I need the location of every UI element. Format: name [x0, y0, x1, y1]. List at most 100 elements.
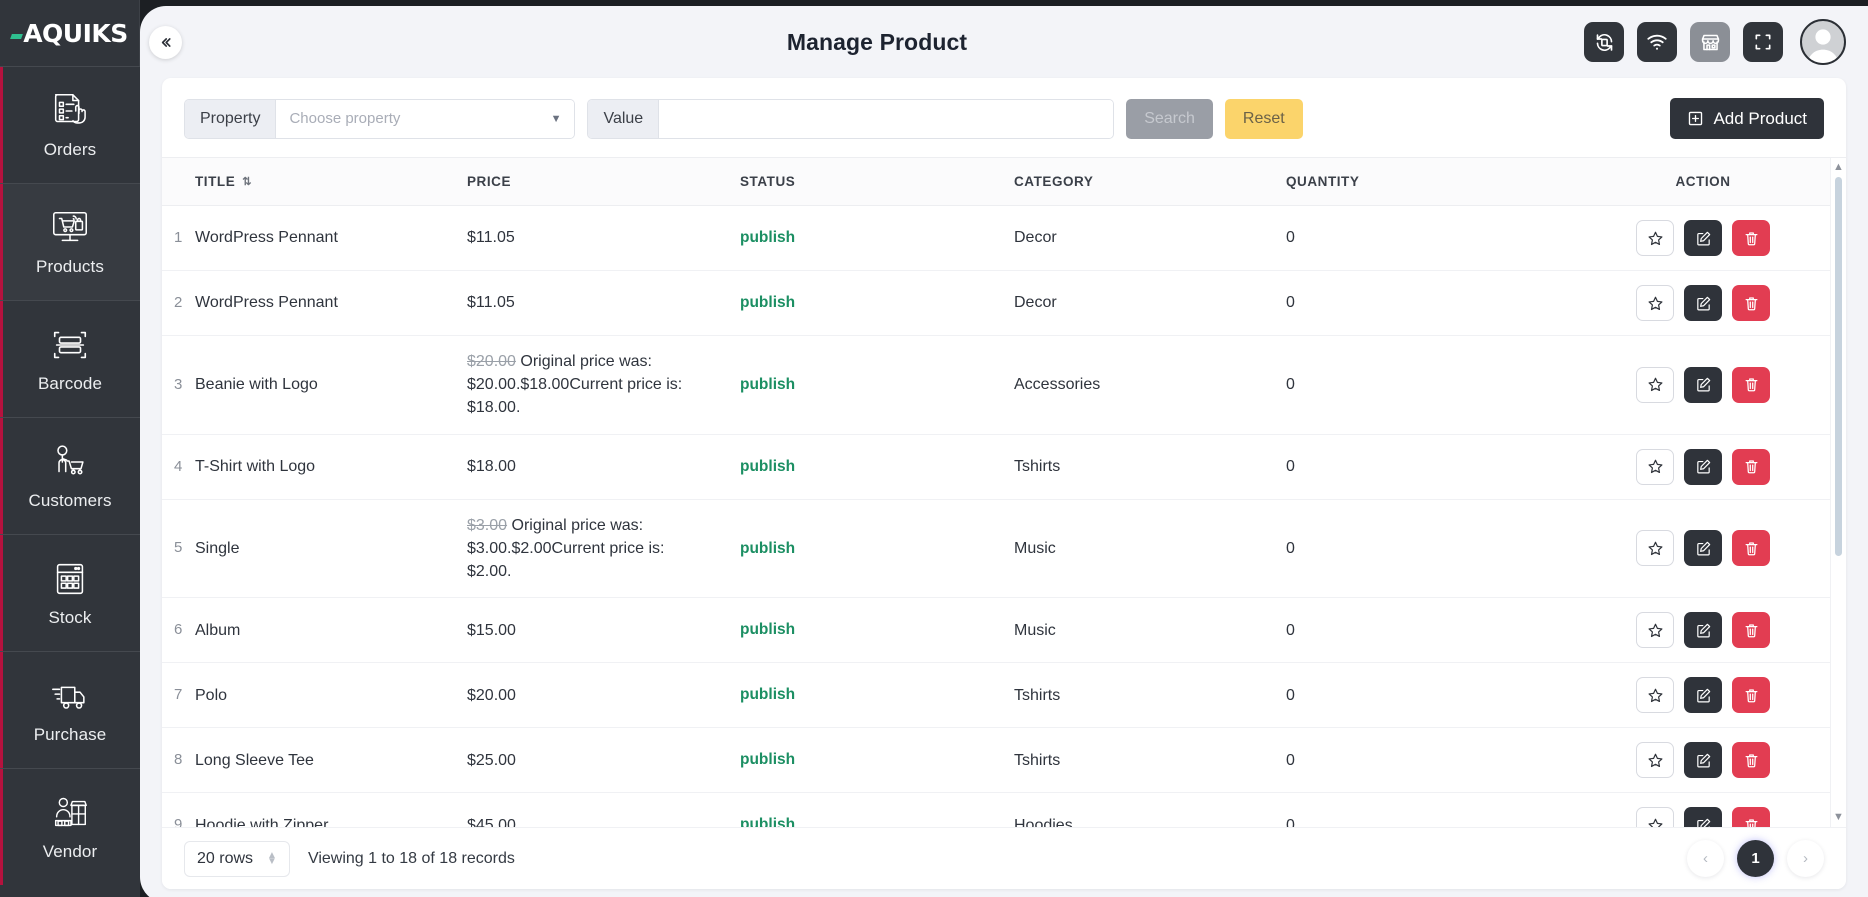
pagination-page-1[interactable]: 1 — [1737, 840, 1774, 877]
sync-icon[interactable] — [1584, 22, 1624, 62]
scrollbar-track[interactable] — [1835, 177, 1842, 808]
product-title: Polo — [195, 662, 467, 729]
pagination-prev[interactable]: ‹ — [1687, 840, 1724, 877]
table-row: 4 T-Shirt with Logo $18.00 publish Tshirts 0 — [162, 434, 1830, 500]
sidebar-item-stock[interactable]: Stock — [0, 534, 140, 651]
product-quantity: 0 — [1286, 597, 1616, 664]
customers-icon — [49, 442, 91, 482]
add-product-button[interactable]: Add Product — [1670, 98, 1824, 139]
products-table-wrap: TITLE ⇅ PRICE STATUS CATEGORY QUANTITY AC… — [162, 157, 1846, 827]
edit-icon[interactable] — [1684, 366, 1722, 403]
price-value: $20.00 — [467, 686, 516, 704]
table-row: 3 Beanie with Logo $20.00 Original price w… — [162, 335, 1830, 435]
value-input[interactable] — [659, 99, 1114, 138]
scrollbar-thumb[interactable] — [1835, 177, 1842, 556]
edit-icon[interactable] — [1684, 285, 1722, 321]
col-status[interactable]: STATUS — [740, 158, 1014, 206]
delete-trash-icon[interactable] — [1732, 677, 1770, 714]
reset-button[interactable]: Reset — [1224, 98, 1303, 139]
sidebar-item-barcode[interactable]: Barcode — [0, 300, 140, 417]
favorite-star-icon[interactable] — [1636, 807, 1674, 827]
row-actions — [1616, 270, 1830, 336]
price-value: $45.00 — [467, 816, 516, 827]
search-button[interactable]: Search — [1126, 98, 1213, 139]
brand-name: AQUIKS — [23, 18, 128, 48]
product-category: Tshirts — [1014, 662, 1286, 729]
product-price: $11.05 — [467, 205, 740, 271]
favorite-star-icon[interactable] — [1636, 742, 1674, 779]
product-category: Music — [1014, 597, 1286, 664]
property-select[interactable]: Choose property ▼ — [276, 99, 575, 138]
price-value: $15.00 — [467, 621, 516, 639]
favorite-star-icon[interactable] — [1636, 530, 1674, 567]
delete-trash-icon[interactable] — [1732, 448, 1770, 485]
favorite-star-icon[interactable] — [1636, 366, 1674, 403]
col-price[interactable]: PRICE — [467, 158, 740, 206]
sidebar-item-purchase[interactable]: Purchase — [0, 651, 140, 768]
delete-trash-icon[interactable] — [1732, 285, 1770, 321]
edit-icon[interactable] — [1684, 530, 1722, 567]
wifi-icon[interactable] — [1637, 22, 1677, 62]
sidebar-item-orders[interactable]: Orders — [0, 66, 140, 183]
table-row: 2 WordPress Pennant $11.05 publish Decor 0 — [162, 270, 1830, 336]
edit-icon[interactable] — [1684, 448, 1722, 485]
topbar-actions — [1584, 19, 1846, 65]
stepper-icon: ▲ ▼ — [267, 850, 277, 867]
product-quantity: 0 — [1286, 792, 1616, 827]
sidebar-item-label: Customers — [28, 490, 112, 510]
sidebar-item-customers[interactable]: Customers — [0, 417, 140, 534]
edit-icon[interactable] — [1684, 677, 1722, 714]
edit-icon[interactable] — [1684, 807, 1722, 827]
col-title[interactable]: TITLE ⇅ — [195, 158, 467, 206]
delete-trash-icon[interactable] — [1732, 807, 1770, 827]
product-price: $25.00 — [467, 727, 740, 794]
rows-per-page-select[interactable]: 20 rows ▲ ▼ — [184, 840, 290, 877]
delete-trash-icon[interactable] — [1732, 612, 1770, 649]
edit-icon[interactable] — [1684, 220, 1722, 256]
product-quantity: 0 — [1286, 499, 1616, 599]
product-category: Tshirts — [1014, 727, 1286, 794]
purchase-icon — [49, 676, 91, 716]
sidebar-nav: Orders Products Barcode Customers Stock Purch… — [0, 66, 140, 897]
product-category: Decor — [1014, 205, 1286, 271]
product-status: publish — [740, 662, 1014, 729]
fullscreen-icon[interactable] — [1743, 22, 1783, 62]
scroll-down-icon[interactable]: ▼ — [1833, 812, 1844, 823]
product-status: publish — [740, 597, 1014, 664]
favorite-star-icon[interactable] — [1636, 220, 1674, 256]
edit-icon[interactable] — [1684, 612, 1722, 649]
avatar[interactable] — [1800, 19, 1846, 65]
delete-trash-icon[interactable] — [1732, 742, 1770, 779]
favorite-star-icon[interactable] — [1636, 612, 1674, 649]
delete-trash-icon[interactable] — [1732, 530, 1770, 567]
price-value: $18.00 — [467, 457, 516, 475]
old-price: $3.00 — [467, 516, 508, 534]
col-quantity[interactable]: QUANTITY — [1286, 158, 1616, 206]
product-title: WordPress Pennant — [195, 270, 467, 336]
product-title: Single — [195, 499, 467, 599]
favorite-star-icon[interactable] — [1636, 285, 1674, 321]
row-index: 3 — [162, 335, 195, 435]
product-card: Property Choose property ▼ Value Search … — [162, 78, 1846, 889]
store-icon[interactable] — [1690, 22, 1730, 62]
pagination-next[interactable]: › — [1787, 840, 1824, 877]
favorite-star-icon[interactable] — [1636, 677, 1674, 714]
scroll-up-icon[interactable]: ▲ — [1833, 162, 1844, 173]
table-scrollbar[interactable]: ▲ ▼ — [1830, 158, 1846, 827]
row-actions — [1616, 499, 1830, 599]
product-title: Hoodie with Zipper — [195, 792, 467, 827]
col-category[interactable]: CATEGORY — [1014, 158, 1286, 206]
delete-trash-icon[interactable] — [1732, 220, 1770, 256]
sidebar-item-vendor[interactable]: Vendor — [0, 768, 140, 885]
delete-trash-icon[interactable] — [1732, 366, 1770, 403]
brand-logo[interactable]: AQUIKS — [0, 0, 140, 66]
product-status: publish — [740, 434, 1014, 500]
action-button-group — [1636, 285, 1770, 321]
table-footer: 20 rows ▲ ▼ Viewing 1 to 18 of 18 records… — [162, 827, 1846, 889]
sidebar-collapse-button[interactable] — [149, 26, 182, 59]
table-row: 8 Long Sleeve Tee $25.00 publish Tshirts 0 — [162, 727, 1830, 794]
edit-icon[interactable] — [1684, 742, 1722, 779]
page-title: Manage Product — [786, 28, 968, 55]
favorite-star-icon[interactable] — [1636, 448, 1674, 485]
sidebar-item-products[interactable]: Products — [0, 183, 140, 300]
